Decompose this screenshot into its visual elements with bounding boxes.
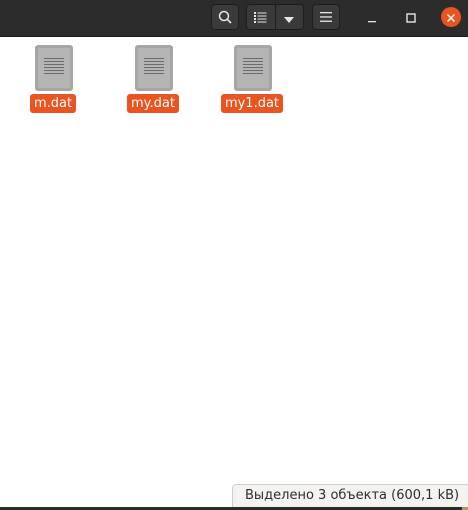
maximize-button[interactable] — [401, 7, 421, 27]
file-item[interactable]: my.dat — [115, 45, 191, 115]
search-button[interactable] — [211, 4, 239, 30]
list-view-button[interactable] — [247, 5, 276, 29]
file-item[interactable]: my1.dat — [214, 45, 290, 115]
view-options-dropdown[interactable] — [275, 5, 303, 29]
file-name: my.dat — [127, 94, 179, 113]
files-icon-view[interactable]: m.dat my.dat my1.dat — [0, 37, 468, 510]
minimize-button[interactable] — [362, 7, 382, 27]
text-file-icon — [234, 45, 272, 91]
search-icon — [218, 10, 232, 24]
hamburger-menu-icon — [320, 12, 332, 22]
file-name: m.dat — [29, 94, 77, 113]
list-view-icon — [254, 8, 267, 27]
view-toggle-group — [246, 4, 304, 30]
text-file-icon — [35, 45, 73, 91]
close-icon — [446, 8, 456, 27]
chevron-down-icon — [284, 8, 295, 27]
file-name: my1.dat — [220, 94, 284, 113]
file-manager-window: m.dat my.dat my1.dat Выделено 3 объекта … — [0, 0, 468, 510]
selection-status-bar: Выделено 3 объекта (600,1 kB) — [232, 484, 468, 507]
minimize-icon — [367, 8, 377, 27]
file-item[interactable]: m.dat — [15, 45, 91, 115]
close-button[interactable] — [441, 7, 461, 27]
maximize-icon — [406, 8, 416, 27]
main-menu-button[interactable] — [312, 4, 340, 30]
text-file-icon — [135, 45, 173, 91]
header-bar — [0, 0, 468, 37]
